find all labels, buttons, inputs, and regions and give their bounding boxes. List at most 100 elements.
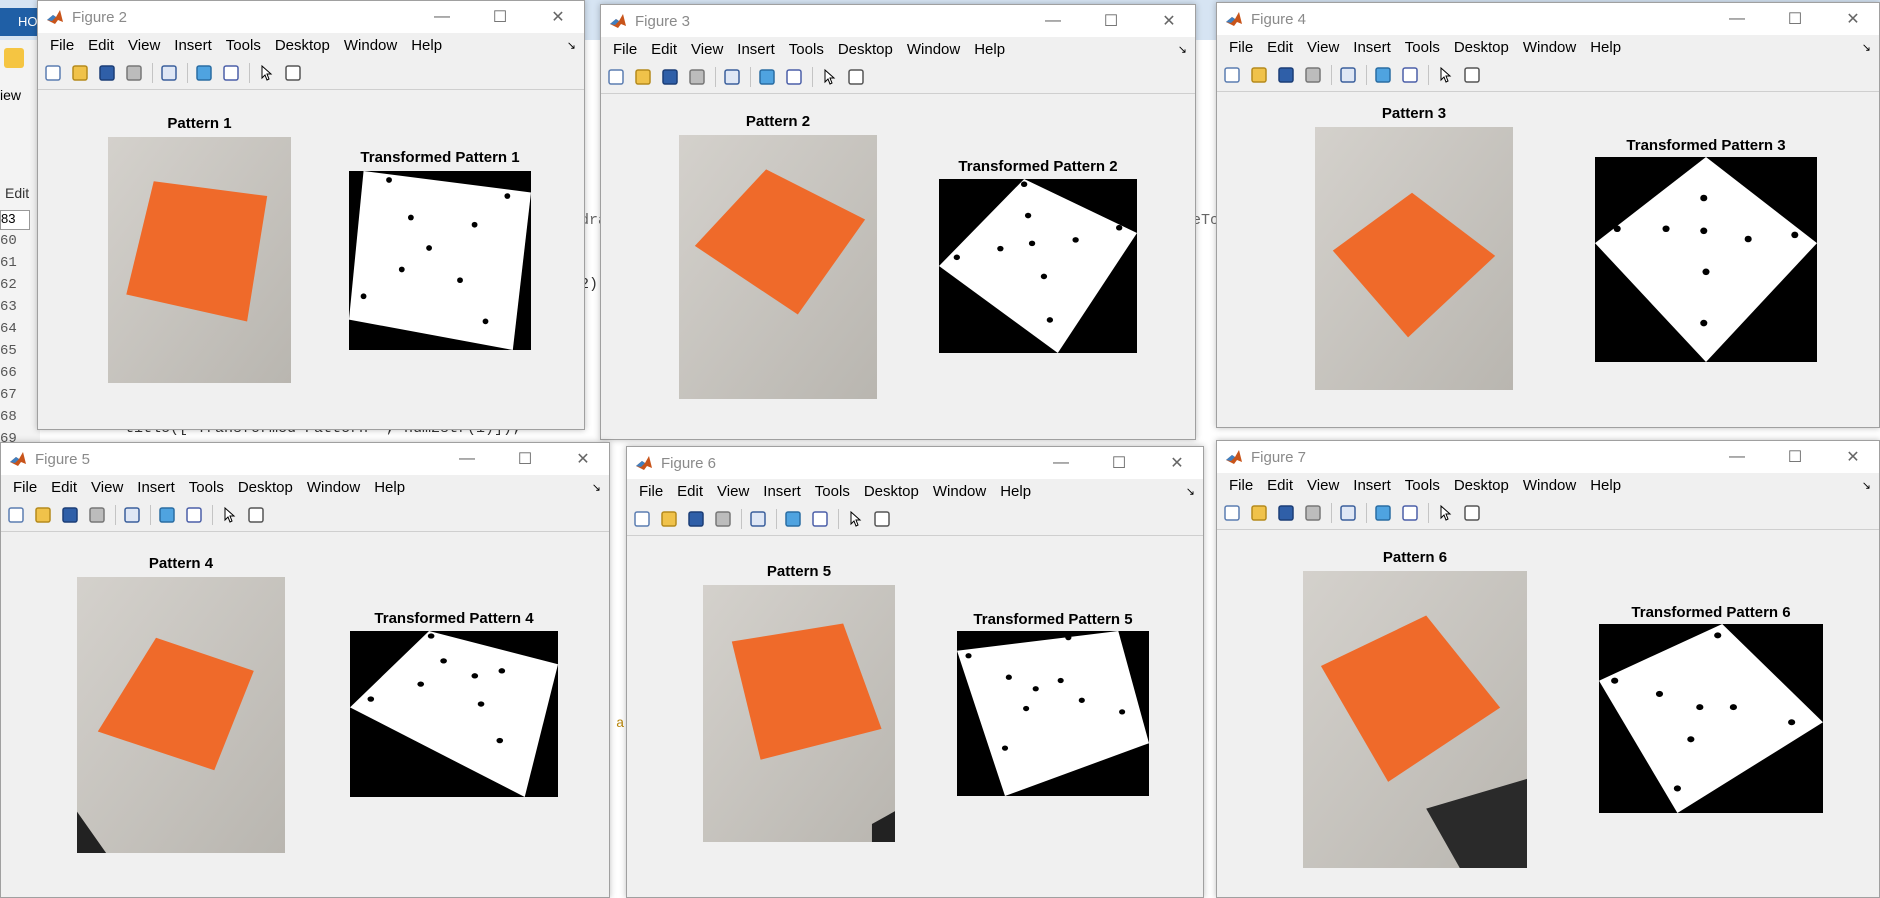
menu-view[interactable]: View (91, 479, 123, 496)
save-icon[interactable] (685, 508, 707, 530)
menu-file[interactable]: File (50, 37, 74, 54)
menu-tools[interactable]: Tools (226, 37, 261, 54)
menu-insert[interactable]: Insert (737, 41, 775, 58)
menu-edit[interactable]: Edit (1267, 477, 1293, 494)
dock-figure-icon[interactable]: ↘ (1862, 41, 1871, 54)
colorbar-icon[interactable] (782, 508, 804, 530)
menu-insert[interactable]: Insert (763, 483, 801, 500)
dock-figure-icon[interactable]: ↘ (1178, 43, 1187, 56)
open-file-icon[interactable] (632, 66, 654, 88)
menu-tools[interactable]: Tools (1405, 477, 1440, 494)
print-icon[interactable] (86, 504, 108, 526)
figure-window[interactable]: Figure 6 — ☐ ✕ File Edit View Insert Tools Deskto… (626, 446, 1204, 898)
link-plot-icon[interactable] (747, 508, 769, 530)
menu-edit[interactable]: Edit (677, 483, 703, 500)
figure-title-bar[interactable]: Figure 5 — ☐ ✕ (1, 443, 609, 475)
minimize-button[interactable]: — (418, 1, 466, 33)
property-inspector-icon[interactable] (1461, 64, 1483, 86)
colorbar-icon[interactable] (1372, 64, 1394, 86)
menu-tools[interactable]: Tools (1405, 39, 1440, 56)
minimize-button[interactable]: — (443, 443, 491, 475)
property-inspector-icon[interactable] (871, 508, 893, 530)
new-figure-icon[interactable] (42, 62, 64, 84)
save-icon[interactable] (1275, 64, 1297, 86)
maximize-button[interactable]: ☐ (1087, 5, 1135, 37)
close-button[interactable]: ✕ (1829, 3, 1877, 35)
figure-window[interactable]: Figure 4 — ☐ ✕ File Edit View Insert Tools Deskto… (1216, 2, 1880, 428)
open-file-icon[interactable] (69, 62, 91, 84)
open-file-icon[interactable] (1248, 64, 1270, 86)
menu-tools[interactable]: Tools (789, 41, 824, 58)
menu-desktop[interactable]: Desktop (864, 483, 919, 500)
new-figure-icon[interactable] (605, 66, 627, 88)
minimize-button[interactable]: — (1029, 5, 1077, 37)
menu-help[interactable]: Help (974, 41, 1005, 58)
property-inspector-icon[interactable] (845, 66, 867, 88)
edit-plot-arrow-icon[interactable] (1434, 64, 1456, 86)
menu-window[interactable]: Window (307, 479, 360, 496)
dock-figure-icon[interactable]: ↘ (592, 481, 601, 494)
link-plot-icon[interactable] (121, 504, 143, 526)
dock-figure-icon[interactable]: ↘ (1186, 485, 1195, 498)
menu-help[interactable]: Help (1590, 477, 1621, 494)
colorbar-icon[interactable] (756, 66, 778, 88)
open-file-icon[interactable] (658, 508, 680, 530)
print-icon[interactable] (1302, 502, 1324, 524)
menu-view[interactable]: View (1307, 477, 1339, 494)
link-plot-icon[interactable] (721, 66, 743, 88)
save-icon[interactable] (659, 66, 681, 88)
menu-file[interactable]: File (1229, 39, 1253, 56)
edit-plot-arrow-icon[interactable] (844, 508, 866, 530)
save-icon[interactable] (59, 504, 81, 526)
edit-tab-label[interactable]: Edit (5, 185, 29, 201)
menu-help[interactable]: Help (1590, 39, 1621, 56)
minimize-button[interactable]: — (1713, 441, 1761, 473)
menu-desktop[interactable]: Desktop (1454, 39, 1509, 56)
print-icon[interactable] (1302, 64, 1324, 86)
new-figure-icon[interactable] (1221, 502, 1243, 524)
menu-help[interactable]: Help (374, 479, 405, 496)
maximize-button[interactable]: ☐ (1771, 3, 1819, 35)
close-button[interactable]: ✕ (559, 443, 607, 475)
open-file-icon[interactable] (1248, 502, 1270, 524)
new-figure-icon[interactable] (5, 504, 27, 526)
figure-title-bar[interactable]: Figure 4 — ☐ ✕ (1217, 3, 1879, 35)
menu-file[interactable]: File (613, 41, 637, 58)
menu-tools[interactable]: Tools (189, 479, 224, 496)
property-inspector-icon[interactable] (282, 62, 304, 84)
menu-window[interactable]: Window (1523, 477, 1576, 494)
menu-help[interactable]: Help (1000, 483, 1031, 500)
menu-view[interactable]: View (128, 37, 160, 54)
menu-help[interactable]: Help (411, 37, 442, 54)
property-inspector-icon[interactable] (245, 504, 267, 526)
menu-view[interactable]: View (1307, 39, 1339, 56)
figure-window[interactable]: Figure 7 — ☐ ✕ File Edit View Insert Tools Deskto… (1216, 440, 1880, 898)
menu-edit[interactable]: Edit (1267, 39, 1293, 56)
menu-view[interactable]: View (691, 41, 723, 58)
save-icon[interactable] (96, 62, 118, 84)
property-inspector-icon[interactable] (1461, 502, 1483, 524)
close-button[interactable]: ✕ (1153, 447, 1201, 479)
menu-window[interactable]: Window (907, 41, 960, 58)
menu-window[interactable]: Window (1523, 39, 1576, 56)
legend-icon[interactable] (1399, 64, 1421, 86)
legend-icon[interactable] (220, 62, 242, 84)
menu-insert[interactable]: Insert (174, 37, 212, 54)
maximize-button[interactable]: ☐ (1095, 447, 1143, 479)
figure-window[interactable]: Figure 2 — ☐ ✕ File Edit View Insert Tools Deskto… (37, 0, 585, 430)
figure-title-bar[interactable]: Figure 7 — ☐ ✕ (1217, 441, 1879, 473)
link-plot-icon[interactable] (158, 62, 180, 84)
minimize-button[interactable]: — (1037, 447, 1085, 479)
menu-desktop[interactable]: Desktop (838, 41, 893, 58)
open-file-icon[interactable] (32, 504, 54, 526)
close-button[interactable]: ✕ (1145, 5, 1193, 37)
colorbar-icon[interactable] (193, 62, 215, 84)
legend-icon[interactable] (783, 66, 805, 88)
menu-window[interactable]: Window (933, 483, 986, 500)
tab-83[interactable]: 83 (0, 210, 30, 230)
print-icon[interactable] (686, 66, 708, 88)
edit-plot-arrow-icon[interactable] (818, 66, 840, 88)
close-button[interactable]: ✕ (534, 1, 582, 33)
menu-edit[interactable]: Edit (651, 41, 677, 58)
new-figure-icon[interactable] (1221, 64, 1243, 86)
